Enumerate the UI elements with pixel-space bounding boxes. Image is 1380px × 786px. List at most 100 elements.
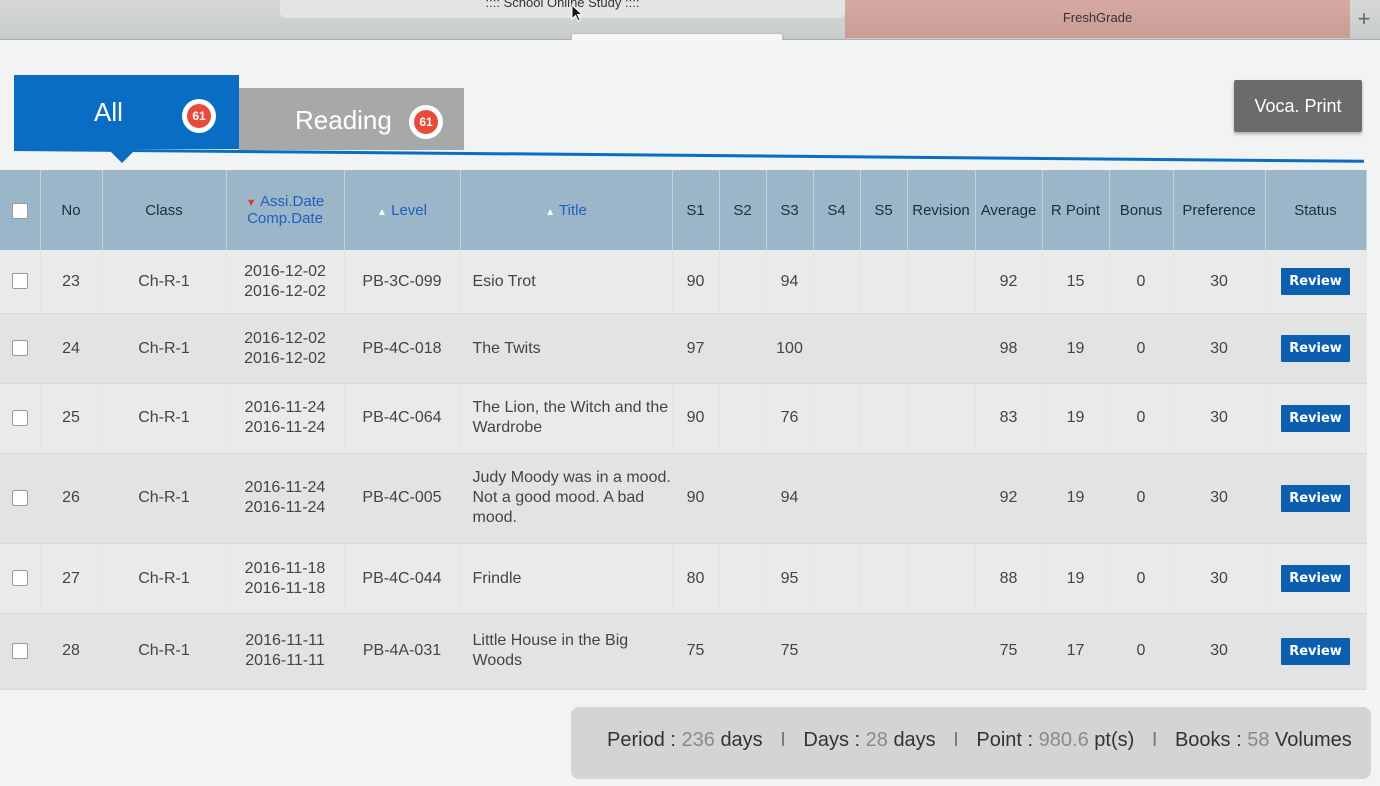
cell-s5 — [860, 453, 908, 545]
cell-bonus: 0 — [1109, 543, 1174, 614]
books-unit: Volumes — [1275, 729, 1352, 751]
cell-no: 28 — [40, 613, 103, 691]
cell-preference: 30 — [1173, 250, 1266, 315]
books-label: Books : — [1174, 729, 1242, 751]
cell-s4 — [813, 613, 861, 691]
review-button[interactable]: Review — [1281, 637, 1350, 665]
cell-s2 — [719, 313, 767, 384]
cell-preference: 30 — [1173, 613, 1266, 691]
cell-dates: 2016-11-18 2016-11-18 — [226, 543, 345, 614]
cell-no: 24 — [40, 313, 103, 384]
cell-s4 — [813, 313, 861, 384]
header-s5: S5 — [860, 170, 908, 250]
cell-status: Review — [1265, 313, 1367, 384]
review-button[interactable]: Review — [1281, 404, 1350, 432]
cell-no: 25 — [40, 383, 103, 454]
header-title[interactable]: ▲ Title — [460, 170, 673, 250]
tab-all[interactable]: All 61 — [14, 75, 239, 163]
review-button[interactable]: Review — [1281, 484, 1350, 512]
cell-status: Review — [1265, 383, 1367, 454]
cell-bonus: 0 — [1109, 383, 1174, 454]
new-tab-button[interactable]: + — [1352, 6, 1376, 32]
cell-no: 26 — [40, 453, 103, 545]
cell-preference: 30 — [1173, 453, 1266, 545]
row-checkbox[interactable] — [11, 643, 28, 660]
select-all-checkbox[interactable] — [11, 202, 28, 219]
cell-bonus: 0 — [1109, 313, 1174, 384]
mouse-cursor-icon — [571, 4, 583, 22]
cell-average: 88 — [975, 543, 1043, 614]
summary-bar: Period : 236 days I Days : 28 days I Poi… — [571, 707, 1371, 779]
row-checkbox[interactable] — [11, 273, 28, 290]
row-checkbox[interactable] — [11, 570, 28, 587]
point-label: Point : — [976, 729, 1034, 751]
cell-status: Review — [1265, 613, 1367, 691]
cell-rpoint: 15 — [1042, 250, 1110, 315]
voca-print-button[interactable]: Voca. Print — [1234, 80, 1362, 132]
cell-title: The Lion, the Witch and the Wardrobe — [460, 383, 673, 454]
review-button[interactable]: Review — [1281, 335, 1350, 363]
header-comp-date: Comp.Date — [247, 210, 323, 227]
row-checkbox[interactable] — [11, 410, 28, 427]
cell-dates: 2016-12-02 2016-12-02 — [226, 250, 345, 315]
review-button[interactable]: Review — [1281, 268, 1350, 296]
cell-s3: 95 — [766, 543, 814, 614]
header-level[interactable]: ▲ Level — [344, 170, 461, 250]
cell-title: Little House in the Big Woods — [460, 613, 673, 691]
header-class: Class — [102, 170, 227, 250]
tab-reading[interactable]: Reading 61 — [239, 88, 464, 150]
cell-s5 — [860, 543, 908, 614]
header-dates[interactable]: ▼ Assi.Date Comp.Date — [226, 170, 345, 250]
header-status: Status — [1265, 170, 1367, 250]
cell-s1: 90 — [672, 383, 720, 454]
review-button[interactable]: Review — [1281, 565, 1350, 593]
cell-level: PB-4A-031 — [344, 613, 461, 691]
cell-s1: 97 — [672, 313, 720, 384]
header-title-label: Title — [559, 201, 587, 219]
browser-tab-school-online-study[interactable]: :::: School Online Study :::: — [280, 0, 845, 18]
cell-s5 — [860, 383, 908, 454]
browser-tab-freshgrade[interactable]: FreshGrade — [845, 0, 1350, 38]
cell-preference: 30 — [1173, 383, 1266, 454]
cell-revision — [907, 453, 976, 545]
cell-s1: 80 — [672, 543, 720, 614]
study-records-table: No Class ▼ Assi.Date Comp.Date ▲ Level ▲… — [0, 170, 1367, 691]
row-checkbox[interactable] — [11, 490, 28, 507]
cell-class: Ch-R-1 — [102, 383, 227, 454]
cell-level: PB-4C-044 — [344, 543, 461, 614]
cell-average: 92 — [975, 250, 1043, 315]
cell-no: 23 — [40, 250, 103, 315]
cell-bonus: 0 — [1109, 453, 1174, 545]
table-row: 27 Ch-R-1 2016-11-18 2016-11-18 PB-4C-044… — [0, 543, 1367, 614]
books-value: 58 — [1247, 729, 1270, 751]
cell-revision — [907, 313, 976, 384]
header-preference: Preference — [1173, 170, 1266, 250]
header-s1: S1 — [672, 170, 720, 250]
summary-separator: I — [780, 729, 786, 751]
cell-dates: 2016-12-02 2016-12-02 — [226, 313, 345, 384]
cell-bonus: 0 — [1109, 613, 1174, 691]
cell-class: Ch-R-1 — [102, 543, 227, 614]
cell-s1: 75 — [672, 613, 720, 691]
cell-average: 75 — [975, 613, 1043, 691]
cell-s2 — [719, 250, 767, 315]
cell-s5 — [860, 250, 908, 315]
cell-s4 — [813, 453, 861, 545]
cell-s1: 90 — [672, 250, 720, 315]
cell-s3: 100 — [766, 313, 814, 384]
table-row: 23 Ch-R-1 2016-12-02 2016-12-02 PB-3C-099… — [0, 250, 1367, 315]
cell-average: 83 — [975, 383, 1043, 454]
tab-reading-count-badge: 61 — [409, 105, 443, 139]
point-value: 980.6 — [1038, 729, 1089, 751]
cell-revision — [907, 383, 976, 454]
cell-s3: 75 — [766, 613, 814, 691]
cell-status: Review — [1265, 543, 1367, 614]
period-unit: days — [720, 729, 763, 751]
cell-s1: 90 — [672, 453, 720, 545]
table-row: 24 Ch-R-1 2016-12-02 2016-12-02 PB-4C-018… — [0, 313, 1367, 384]
cell-dates: 2016-11-24 2016-11-24 — [226, 383, 345, 454]
header-level-label: Level — [391, 201, 427, 219]
row-checkbox[interactable] — [11, 340, 28, 357]
cell-class: Ch-R-1 — [102, 313, 227, 384]
cell-s5 — [860, 313, 908, 384]
